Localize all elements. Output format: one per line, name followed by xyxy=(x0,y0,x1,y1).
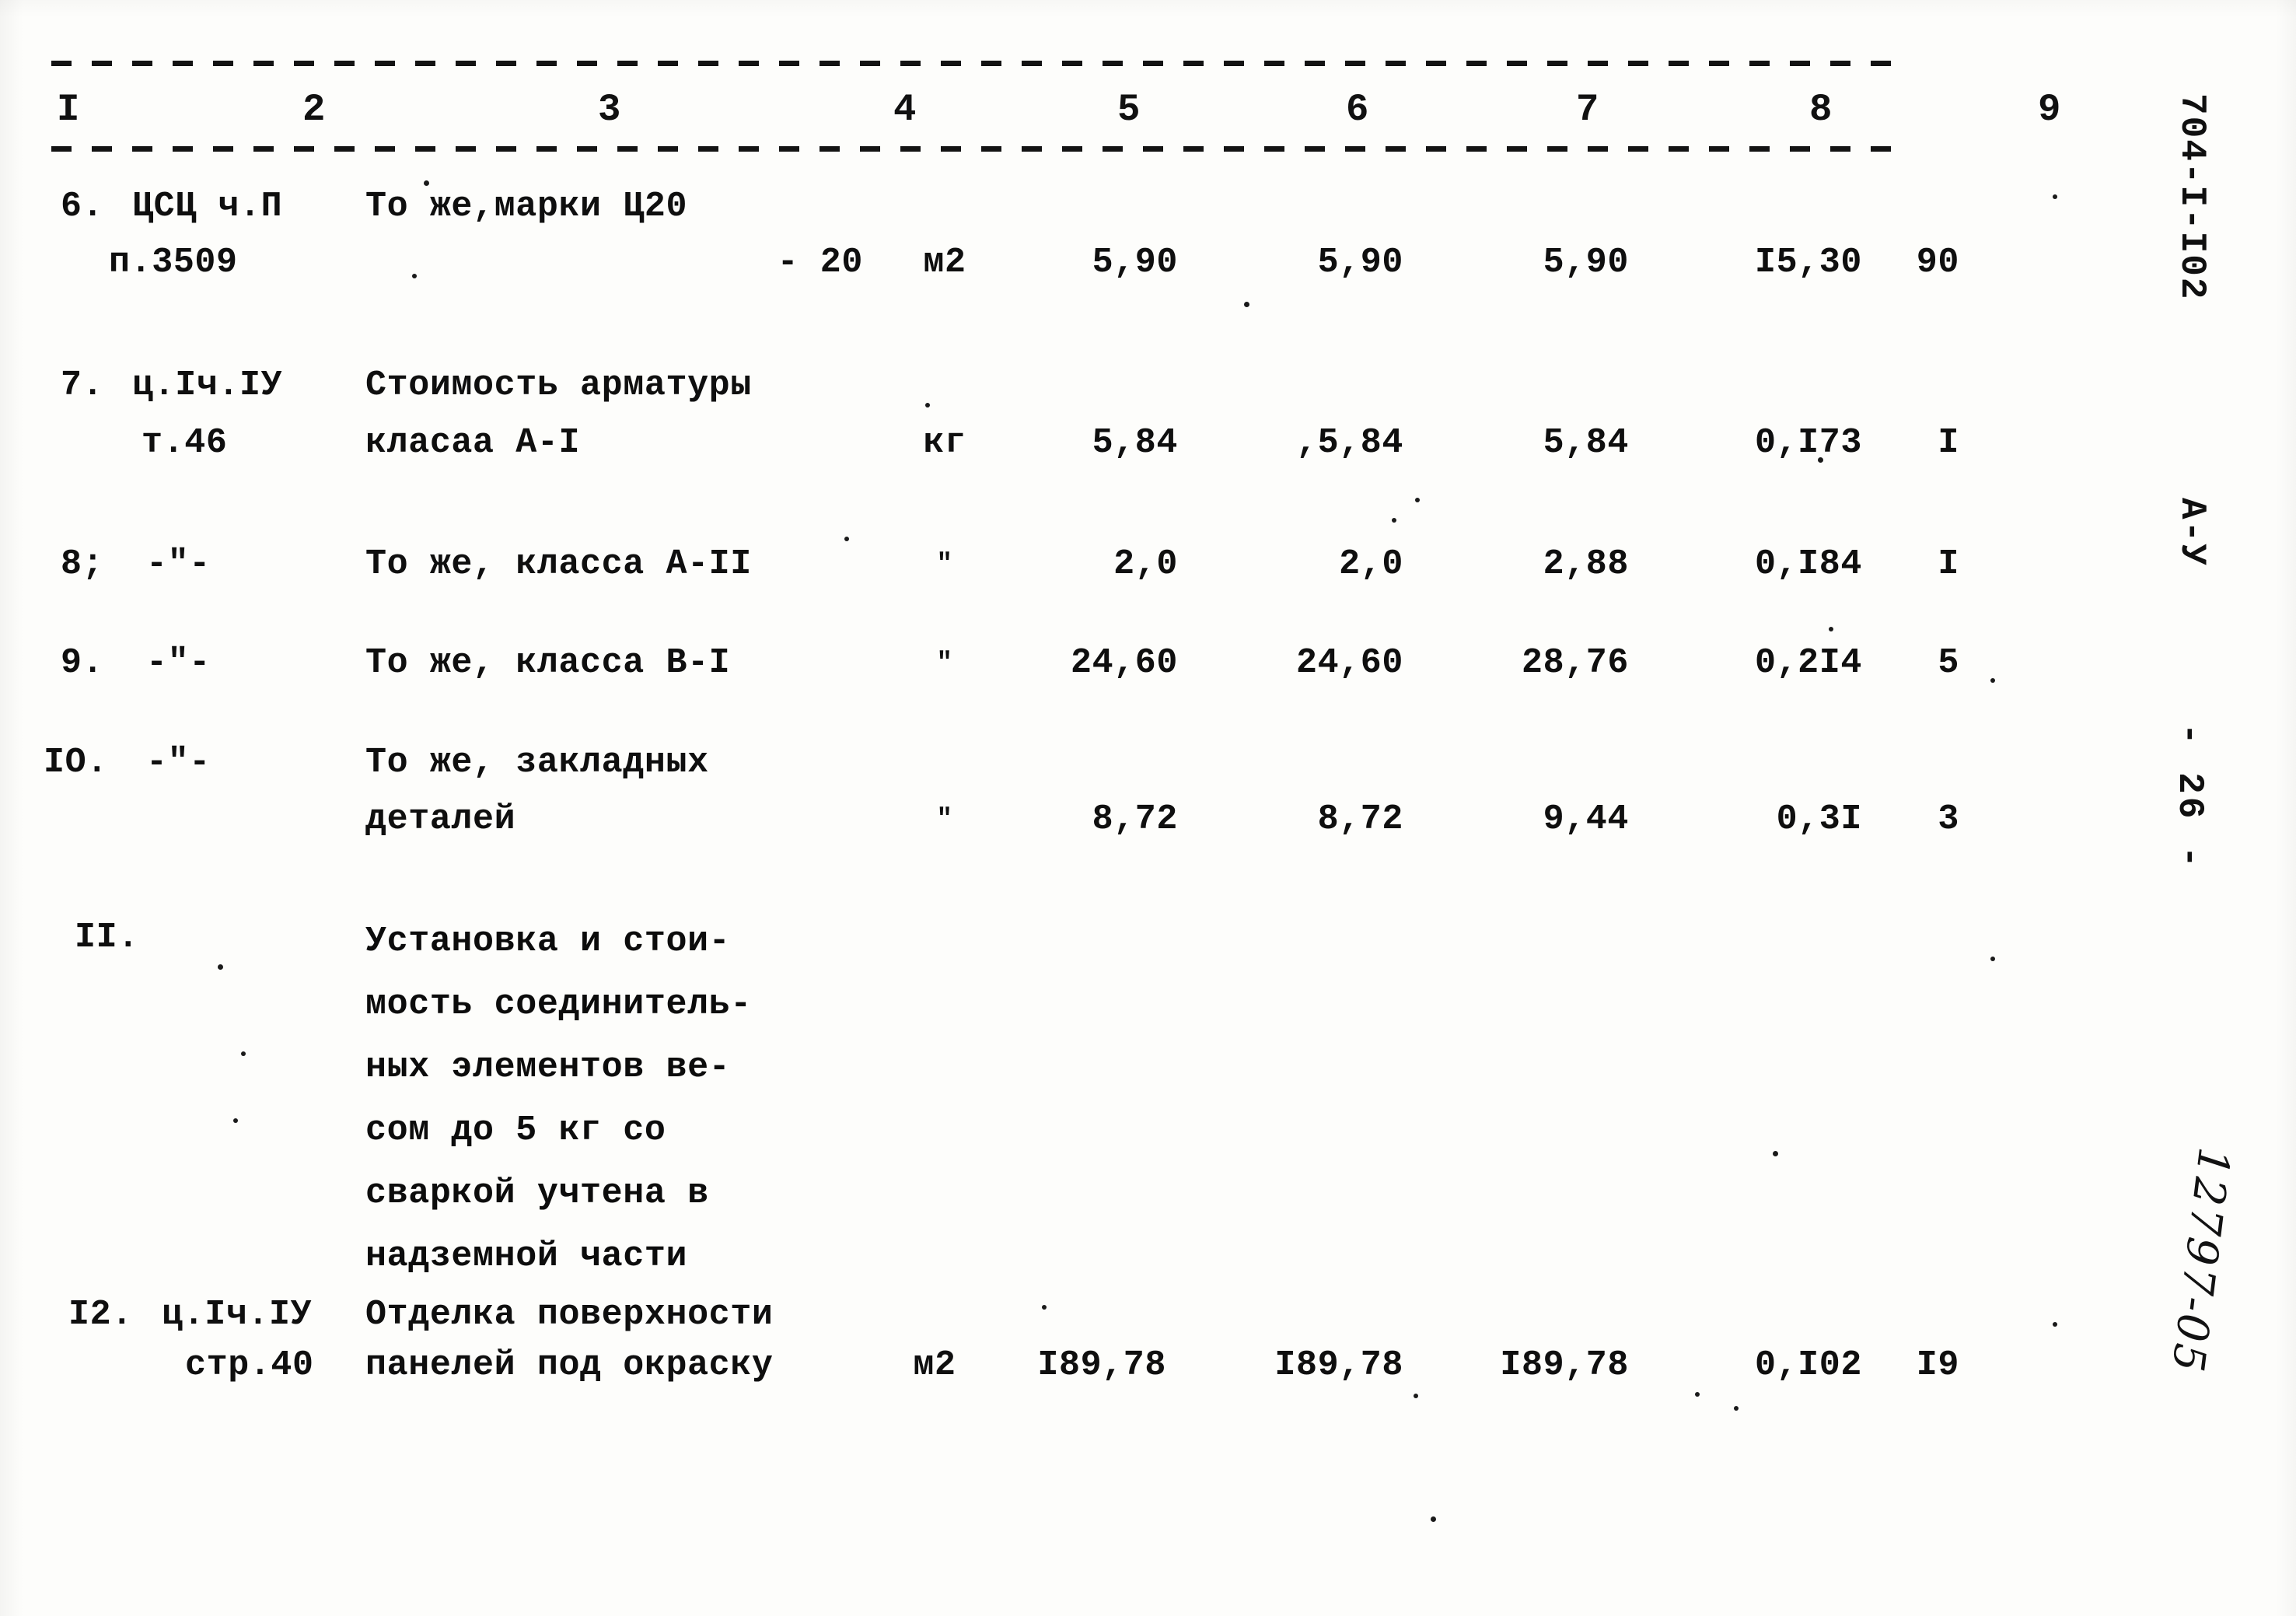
row-description-line-2: мость соединитель- xyxy=(365,985,752,1024)
row-value-8: 0,2I4 xyxy=(1754,643,1862,683)
row-value-8: 0,I84 xyxy=(1754,544,1862,584)
row-description-line-6: надземной части xyxy=(365,1236,688,1276)
column-number-1: I xyxy=(50,82,87,137)
row-value-6: ,5,84 xyxy=(1295,423,1403,463)
column-number-header: I 2 3 4 5 6 7 8 9 xyxy=(0,82,2068,146)
archive-number-handwritten: 12797-05 xyxy=(2161,1145,2239,1377)
series-code-margin: А-У xyxy=(2172,498,2212,567)
row-value-8: 0,3I xyxy=(1776,799,1862,839)
row-description-line-2: панелей под окраску xyxy=(365,1345,774,1385)
scan-speck xyxy=(2053,1322,2057,1327)
row-description-line-1: То же, закладных xyxy=(365,743,709,782)
row-description-line-3: ных элементов ве- xyxy=(365,1048,731,1087)
row-description-line-4: сом до 5 кг со xyxy=(365,1111,666,1150)
row-value-7: 5,84 xyxy=(1543,423,1629,463)
scan-speck xyxy=(233,1118,238,1123)
row-value-6: 8,72 xyxy=(1317,799,1403,839)
row-value-7: 9,44 xyxy=(1543,799,1629,839)
column-number-9: 9 xyxy=(2031,82,2068,137)
scan-speck xyxy=(844,537,849,541)
scan-speck xyxy=(1431,1516,1436,1522)
scan-speck xyxy=(424,180,429,186)
row-ref-line-2: т.46 xyxy=(142,423,228,463)
row-description-line-1: Отделка поверхности xyxy=(365,1295,774,1334)
row-description-line-1: То же, класса А-II xyxy=(365,544,752,584)
row-description-line-1: То же, класса В-I xyxy=(365,643,731,683)
page-number-margin: - 26 - xyxy=(2169,723,2210,871)
row-ref-line-2: п.3509 xyxy=(109,243,238,282)
scan-speck xyxy=(1990,957,1995,961)
column-number-4: 4 xyxy=(886,82,924,137)
row-ref-line-1: ЦСЦ ч.П xyxy=(132,187,283,226)
row-value-6: 5,90 xyxy=(1317,243,1403,282)
row-value-9: I xyxy=(1938,544,1959,584)
row-value-8: I5,30 xyxy=(1754,243,1862,282)
row-value-8: 0,I02 xyxy=(1754,1345,1862,1385)
row-value-7: 2,88 xyxy=(1543,544,1629,584)
row-number-and-ref: II. xyxy=(75,918,139,957)
column-number-2: 2 xyxy=(295,82,333,137)
row-ref-line-1: ц.Iч.IУ xyxy=(132,366,283,405)
scan-speck xyxy=(218,964,223,970)
scan-speck xyxy=(1773,1151,1778,1156)
row-value-5: 8,72 xyxy=(1092,799,1178,839)
row-value-6: 2,0 xyxy=(1339,544,1403,584)
row-ditto-mark: -"- xyxy=(146,643,211,683)
row-description-line-1: Стоимость арматуры xyxy=(365,366,752,405)
scan-speck xyxy=(1244,302,1249,307)
row-description-line-2: класаа А-I xyxy=(365,423,581,463)
scanned-page: I 2 3 4 5 6 7 8 9 6. ЦСЦ ч.П То же,марки… xyxy=(0,0,2296,1616)
scan-speck xyxy=(1414,1394,1418,1398)
cost-estimate-table: I 2 3 4 5 6 7 8 9 6. ЦСЦ ч.П То же,марки… xyxy=(0,0,2068,1616)
row-description-line-1: Установка и стои- xyxy=(365,922,731,961)
row-ditto-mark: -"- xyxy=(146,743,211,782)
row-value-5: 24,60 xyxy=(1070,643,1178,683)
scan-speck xyxy=(1990,678,1995,683)
row-value-6: 24,60 xyxy=(1295,643,1403,683)
row-value-7: 5,90 xyxy=(1543,243,1629,282)
table-header-bottom-rule xyxy=(51,146,1894,152)
row-value-5: I89,78 xyxy=(1037,1345,1166,1385)
row-value-9: 3 xyxy=(1938,799,1959,839)
column-number-7: 7 xyxy=(1569,82,1606,137)
scan-speck xyxy=(1734,1406,1739,1411)
column-number-3: 3 xyxy=(591,82,628,137)
column-number-8: 8 xyxy=(1802,82,1840,137)
row-value-5: 2,0 xyxy=(1113,544,1178,584)
document-code-margin: 704-I-I02 xyxy=(2172,93,2212,301)
scan-speck xyxy=(925,403,930,407)
scan-speck xyxy=(412,274,417,278)
row-description-line-5: сваркой учтена в xyxy=(365,1174,709,1213)
row-value-7: 28,76 xyxy=(1521,643,1629,683)
scan-speck xyxy=(1818,457,1823,463)
row-value-9: I xyxy=(1938,423,1959,463)
scan-speck xyxy=(1695,1392,1700,1397)
column-number-6: 6 xyxy=(1339,82,1376,137)
row-value-5: 5,84 xyxy=(1092,423,1178,463)
scan-speck xyxy=(241,1051,246,1056)
scan-speck xyxy=(1042,1305,1047,1310)
column-number-5: 5 xyxy=(1110,82,1148,137)
row-value-8: 0,I73 xyxy=(1754,423,1862,463)
row-value-9: 90 xyxy=(1916,243,1959,282)
row-description-line-1: То же,марки Ц20 xyxy=(365,187,688,226)
scan-speck xyxy=(1415,498,1420,502)
scan-speck xyxy=(1829,627,1833,631)
row-description-line-2: деталей xyxy=(365,799,516,839)
row-value-9: 5 xyxy=(1938,643,1959,683)
scan-speck xyxy=(2053,194,2057,199)
row-value-6: I89,78 xyxy=(1274,1345,1403,1385)
row-value-9: I9 xyxy=(1916,1345,1959,1385)
row-value-5: 5,90 xyxy=(1092,243,1178,282)
row-ditto-mark: -"- xyxy=(146,544,211,584)
table-top-rule xyxy=(51,61,1894,66)
scan-speck xyxy=(1392,518,1396,523)
row-description-line-2: - 20 xyxy=(777,243,863,282)
row-description-paragraph: Установка и стои- мость соединитель- ных… xyxy=(365,910,910,1288)
row-value-7: I89,78 xyxy=(1500,1345,1629,1385)
